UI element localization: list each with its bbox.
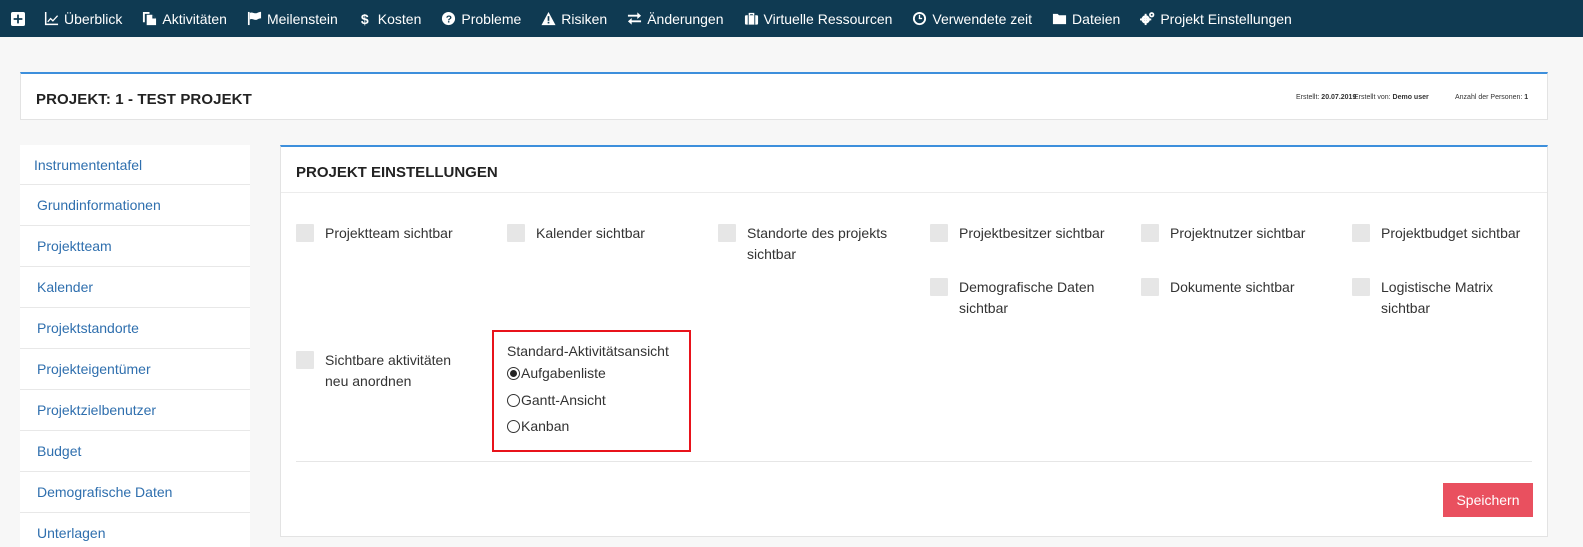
radio-label: Kanban xyxy=(521,418,570,434)
nav-label: Dateien xyxy=(1072,10,1121,27)
exchange-icon xyxy=(628,12,642,25)
checkbox[interactable] xyxy=(1141,224,1159,242)
add-button[interactable] xyxy=(0,0,34,37)
sidebar-item-projektteam[interactable]: Projektteam xyxy=(20,226,250,267)
checkbox[interactable] xyxy=(930,278,948,296)
created-date: Erstellt: 20.07.2019 xyxy=(1296,94,1357,101)
sidebar-item-unterlagen[interactable]: Unterlagen xyxy=(20,513,250,547)
divider xyxy=(281,192,1547,193)
checkbox[interactable] xyxy=(930,224,948,242)
checkbox-projektbudget-sichtbar[interactable]: Projektbudget sichtbar xyxy=(1352,223,1520,244)
nav-aktivitaeten[interactable]: Aktivitäten xyxy=(132,0,237,37)
checkbox-demografische-daten-sichtbar[interactable]: Demografische Daten sichtbar xyxy=(930,277,1094,319)
checkbox-label: Projektbesitzer sichtbar xyxy=(959,225,1105,241)
nav-label: Virtuelle Ressourcen xyxy=(763,10,893,27)
checkbox-label: Sichtbare aktivitäten neu anordnen xyxy=(325,352,452,389)
sidebar-item-instrumententafel[interactable]: Instrumententafel xyxy=(20,145,250,185)
checkbox-projektteam-sichtbar[interactable]: Projektteam sichtbar xyxy=(296,223,453,244)
sidebar-item-budget[interactable]: Budget xyxy=(20,431,250,472)
radio-button[interactable] xyxy=(507,419,520,433)
nav-label: Aktivitäten xyxy=(162,10,227,27)
nav-meilenstein[interactable]: Meilenstein xyxy=(237,0,348,37)
checkbox-label: Logistische Matrix sichtbar xyxy=(1381,279,1494,316)
checkbox-label: Standorte des projekts sichtbar xyxy=(747,225,888,262)
checkbox-dokumente-sichtbar[interactable]: Dokumente sichtbar xyxy=(1141,277,1295,298)
copy-icon xyxy=(143,11,157,26)
persons-count: Anzahl der Personen: 1 xyxy=(1455,94,1529,101)
radio-label: Aufgabenliste xyxy=(521,365,606,381)
nav-kosten[interactable]: $ Kosten xyxy=(348,0,432,37)
cogs-icon xyxy=(1140,12,1155,26)
nav-label: Verwendete zeit xyxy=(932,10,1033,27)
divider xyxy=(296,461,1532,462)
sidebar-item-projektzielbenutzer[interactable]: Projektzielbenutzer xyxy=(20,390,250,431)
nav-label: Probleme xyxy=(461,10,522,27)
sidebar-item-grundinformationen[interactable]: Grundinformationen xyxy=(20,185,250,226)
svg-text:$: $ xyxy=(361,11,369,26)
checkbox-aktivitaeten-neu-anordnen[interactable]: Sichtbare aktivitäten neu anordnen xyxy=(296,350,451,392)
checkbox-label: Projektbudget sichtbar xyxy=(1381,225,1521,241)
briefcase-icon xyxy=(744,12,758,25)
project-header: PROJEKT: 1 - TEST PROJEKT Erstellt: 20.0… xyxy=(20,72,1548,120)
checkbox-label: Demografische Daten sichtbar xyxy=(959,279,1095,316)
nav-label: Meilenstein xyxy=(266,10,338,27)
nav-verwendete-zeit[interactable]: Verwendete zeit xyxy=(902,0,1042,37)
question-circle-icon: ? xyxy=(442,11,456,26)
checkbox-label: Projektteam sichtbar xyxy=(325,225,453,241)
nav-risiken[interactable]: Risiken xyxy=(531,0,617,37)
sidebar-item-projektstandorte[interactable]: Projektstandorte xyxy=(20,308,250,349)
checkbox[interactable] xyxy=(1352,224,1370,242)
project-title: PROJEKT: 1 - TEST PROJEKT xyxy=(36,91,252,108)
nav-probleme[interactable]: ? Probleme xyxy=(431,0,531,37)
sidebar-item-projekteigentuemer[interactable]: Projekteigentümer xyxy=(20,349,250,390)
radio-button[interactable] xyxy=(507,393,520,407)
checkbox-logistische-matrix-sichtbar[interactable]: Logistische Matrix sichtbar xyxy=(1352,277,1493,319)
checkbox-label: Projektnutzer sichtbar xyxy=(1170,225,1306,241)
checkbox-standorte-sichtbar[interactable]: Standorte des projekts sichtbar xyxy=(718,223,887,265)
nav-label: Kosten xyxy=(377,10,422,27)
radio-label: Gantt-Ansicht xyxy=(521,392,606,408)
svg-text:?: ? xyxy=(446,15,452,26)
checkbox[interactable] xyxy=(507,224,525,242)
nav-ueberblick[interactable]: Überblick xyxy=(34,0,132,37)
checkbox-label: Kalender sichtbar xyxy=(536,225,645,241)
nav-projekt-einstellungen[interactable]: Projekt Einstellungen xyxy=(1130,0,1302,37)
flag-icon xyxy=(247,11,262,26)
radio-kanban[interactable]: Kanban xyxy=(507,418,569,434)
checkbox-projektnutzer-sichtbar[interactable]: Projektnutzer sichtbar xyxy=(1141,223,1305,244)
checkbox-label: Dokumente sichtbar xyxy=(1170,279,1295,295)
default-view-label: Standard-Aktivitätsansicht xyxy=(507,343,669,359)
line-chart-icon xyxy=(44,11,59,26)
radio-aufgabenliste[interactable]: Aufgabenliste xyxy=(507,365,606,381)
save-button[interactable]: Speichern xyxy=(1443,483,1533,517)
radio-gantt-ansicht[interactable]: Gantt-Ansicht xyxy=(507,392,606,408)
nav-dateien[interactable]: Dateien xyxy=(1042,0,1130,37)
checkbox[interactable] xyxy=(718,224,736,242)
created-by: Erstellt von: Demo user xyxy=(1354,94,1429,101)
nav-aenderungen[interactable]: Änderungen xyxy=(617,0,733,37)
folder-icon xyxy=(1052,13,1067,25)
nav-label: Änderungen xyxy=(647,10,724,27)
sidebar-item-demografische-daten[interactable]: Demografische Daten xyxy=(20,472,250,513)
plus-square-icon xyxy=(11,11,25,26)
panel-title: PROJEKT EINSTELLUNGEN xyxy=(296,164,498,181)
dollar-icon: $ xyxy=(361,11,369,26)
checkbox[interactable] xyxy=(296,351,314,369)
clock-icon xyxy=(913,11,927,26)
settings-sidebar: Instrumententafel Grundinformationen Pro… xyxy=(20,145,250,547)
nav-virtuelle-ressourcen[interactable]: Virtuelle Ressourcen xyxy=(734,0,903,37)
radio-button-selected[interactable] xyxy=(507,366,520,380)
warning-icon xyxy=(541,11,556,26)
checkbox[interactable] xyxy=(296,224,314,242)
sidebar-item-kalender[interactable]: Kalender xyxy=(20,267,250,308)
checkbox-projektbesitzer-sichtbar[interactable]: Projektbesitzer sichtbar xyxy=(930,223,1105,244)
checkbox-kalender-sichtbar[interactable]: Kalender sichtbar xyxy=(507,223,645,244)
settings-panel: PROJEKT EINSTELLUNGEN Projektteam sichtb… xyxy=(280,145,1548,537)
checkbox[interactable] xyxy=(1352,278,1370,296)
nav-label: Projekt Einstellungen xyxy=(1160,10,1292,27)
nav-label: Risiken xyxy=(561,10,608,27)
nav-label: Überblick xyxy=(64,10,123,27)
top-navigation: Überblick Aktivitäten Meilenstein $ Kost… xyxy=(0,0,1583,37)
checkbox[interactable] xyxy=(1141,278,1159,296)
